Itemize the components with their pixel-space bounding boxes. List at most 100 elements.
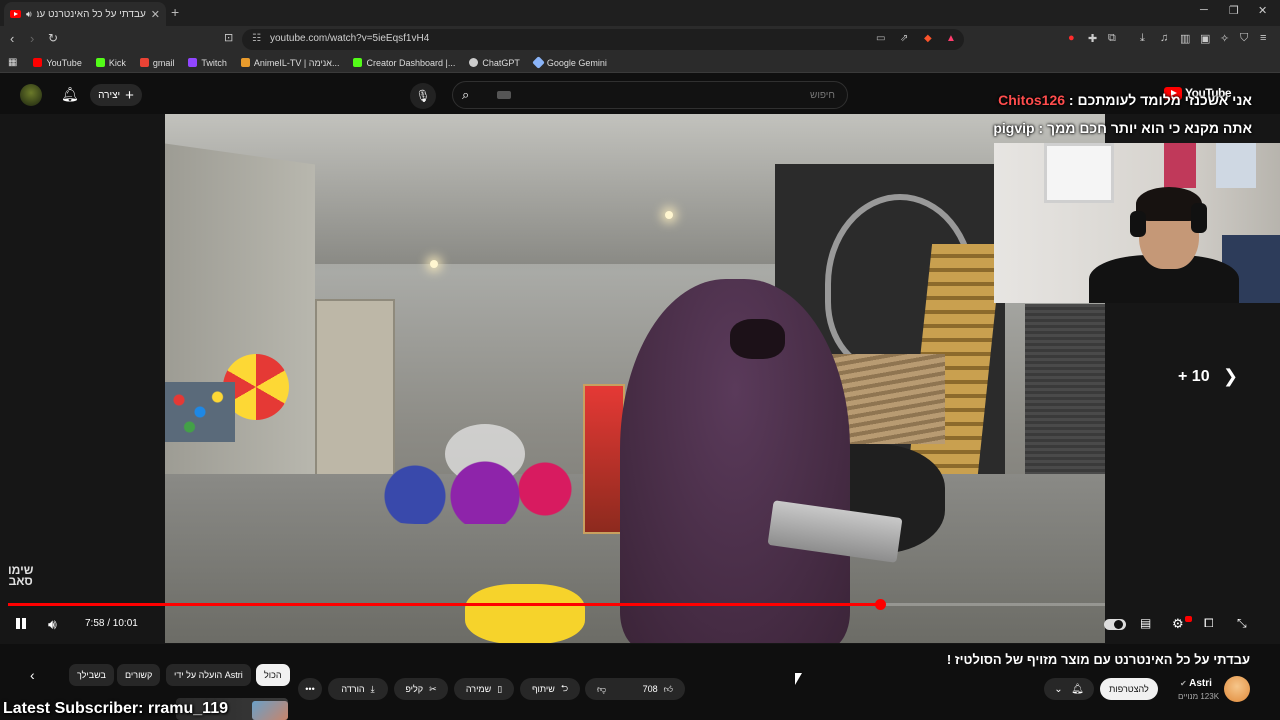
download-icon[interactable]: ⤓ xyxy=(1140,32,1145,45)
scene-door xyxy=(315,299,395,489)
chip-uploaded-by[interactable]: הועלה על ידי Astri xyxy=(166,664,251,686)
minimize-icon[interactable]: ─ xyxy=(1200,4,1208,16)
scene-yellow-bag xyxy=(465,584,585,643)
video-frame[interactable] xyxy=(165,114,1105,643)
chip-related[interactable]: קשורים xyxy=(117,664,161,686)
more-icon: ••• xyxy=(305,684,315,694)
next-video-arrow-icon[interactable]: ❯ xyxy=(1223,366,1238,387)
new-tab-button[interactable]: + xyxy=(171,4,179,20)
dislike-button[interactable]: 👎︎ xyxy=(597,684,606,695)
like-dislike-group: 👎︎ 708 👍︎ xyxy=(585,678,685,700)
plus-icon: + xyxy=(125,86,134,104)
kick-creator-icon xyxy=(353,58,363,67)
bookmarks-bar: ▦ YouTube Kick gmail Twitch AnimeIL-TV |… xyxy=(0,53,1280,73)
bookmark-twitch[interactable]: Twitch xyxy=(188,58,227,68)
brave-shield-icon[interactable]: ◆ xyxy=(924,33,932,44)
progress-bar[interactable] xyxy=(8,599,1105,610)
subscribe-watermark: שימו סאב xyxy=(8,563,34,588)
bookmark-gmail[interactable]: gmail xyxy=(139,58,174,68)
scene-bags xyxy=(375,454,575,524)
webcam-window xyxy=(1044,143,1114,203)
webcam-headset xyxy=(1130,211,1146,237)
download-button[interactable]: הורדה ⤓ xyxy=(328,678,388,700)
browser-tab-strip: 🔊︎ עבדתי על כל האינטרנט עם מ ✕ + ─ ❐ ✕ xyxy=(0,0,1280,26)
clip-button[interactable]: קליפ ✂︎ xyxy=(394,678,448,700)
bookmark-animeil[interactable]: AnimeIL-TV | אנימה... xyxy=(240,58,339,68)
voice-search-button[interactable]: 🎙︎ xyxy=(410,83,436,109)
chat-message: אתה מקנא כי הוא יותר חכם ממך : pigvip xyxy=(993,120,1252,136)
record-extension-icon[interactable]: ● xyxy=(1068,32,1075,44)
next-video-count[interactable]: + 10 xyxy=(1178,368,1210,386)
webcam-poster xyxy=(1164,143,1196,188)
address-bar[interactable]: ☷ youtube.com/watch?v=5ieEqsf1vH4 ▭ ⇗ ◆ … xyxy=(242,29,964,50)
verified-icon: ✔︎ xyxy=(1180,679,1187,688)
captions-icon[interactable]: ▤ xyxy=(1140,616,1151,630)
subscribe-button[interactable]: להצטרפות xyxy=(1100,678,1158,700)
bookmark-gemini[interactable]: Google Gemini xyxy=(531,56,607,69)
fullscreen-icon[interactable]: ⤡ xyxy=(1237,616,1247,631)
recommendation-thumbnail-image[interactable] xyxy=(252,701,288,720)
maximize-icon[interactable]: ❐ xyxy=(1229,4,1239,17)
bookmark-youtube[interactable]: YouTube xyxy=(33,58,82,68)
extensions-icon[interactable]: ✚ xyxy=(1088,32,1097,45)
browser-toolbar: ‹ › ↻ ⊡ ☷ youtube.com/watch?v=5ieEqsf1vH… xyxy=(0,26,1280,53)
forward-icon[interactable]: › xyxy=(30,31,34,46)
notification-settings-button[interactable]: ⌄ 🔔︎ xyxy=(1044,678,1094,700)
bookmark-creator-dashboard[interactable]: Creator Dashboard |... xyxy=(353,58,455,68)
streamer-webcam xyxy=(994,143,1280,303)
apps-grid-icon[interactable]: ▦ xyxy=(8,57,17,68)
volume-icon[interactable]: 🔊︎ xyxy=(48,616,57,633)
like-button[interactable]: 708 👍︎ xyxy=(643,684,673,695)
notifications-bell-icon[interactable]: 🔔︎ xyxy=(61,86,79,103)
search-box[interactable]: ⌕ xyxy=(452,81,848,109)
pause-icon[interactable] xyxy=(14,616,28,630)
close-window-icon[interactable]: ✕ xyxy=(1258,4,1267,17)
search-input[interactable] xyxy=(513,86,835,104)
back-icon[interactable]: ‹ xyxy=(10,31,14,46)
leo-ai-icon[interactable]: ✧ xyxy=(1220,32,1229,45)
extension-icon[interactable]: ⧉ xyxy=(1108,32,1116,45)
bookmark-chatgpt[interactable]: ChatGPT xyxy=(469,58,520,68)
more-actions-button[interactable]: ••• xyxy=(298,678,322,700)
youtube-favicon-icon xyxy=(10,10,21,18)
keyboard-icon[interactable] xyxy=(497,91,511,99)
site-info-icon[interactable]: ☷ xyxy=(252,33,261,44)
miniplayer-icon[interactable]: ⧠ xyxy=(1204,616,1214,631)
account-avatar[interactable] xyxy=(20,84,42,106)
channel-avatar[interactable] xyxy=(1224,676,1250,702)
video-title: עבדתי על כל האינטרנט עם מוצר מזויף של הס… xyxy=(946,652,1250,667)
share-button[interactable]: שיתוף ⮌ xyxy=(520,678,580,700)
music-icon[interactable]: ♫ xyxy=(1160,32,1168,44)
tab-title: עבדתי על כל האינטרנט עם מ xyxy=(37,8,146,20)
chat-username: pigvip xyxy=(993,120,1035,136)
sidebar-icon[interactable]: ▥ xyxy=(1180,32,1190,45)
latest-subscriber-overlay: Latest Subscriber: rramu_119 xyxy=(3,700,228,717)
chips-prev-arrow-icon[interactable]: ‹ xyxy=(30,667,35,683)
vpn-icon[interactable]: ⛉ xyxy=(1240,32,1248,45)
bookmark-kick[interactable]: Kick xyxy=(95,58,126,68)
chip-for-you[interactable]: בשבילך xyxy=(69,664,114,686)
kick-icon xyxy=(95,58,105,67)
autoplay-toggle[interactable] xyxy=(1104,619,1126,630)
search-icon[interactable]: ⌕ xyxy=(462,87,469,103)
cast-icon[interactable]: ▭ xyxy=(876,33,885,44)
scene-snack-box xyxy=(583,384,625,534)
channel-name[interactable]: ✔︎ Astri xyxy=(1180,678,1212,689)
share-page-icon[interactable]: ⇗ xyxy=(900,33,908,44)
settings-gear-icon[interactable]: ⚙︎ xyxy=(1172,616,1184,632)
create-button[interactable]: יצירה + xyxy=(90,84,142,106)
subscriber-count: 123K מנויים xyxy=(1178,692,1220,701)
menu-icon[interactable]: ≡ xyxy=(1260,32,1266,44)
reload-icon[interactable]: ↻ xyxy=(48,31,58,45)
like-count: 708 xyxy=(642,684,658,694)
chip-all[interactable]: הכול xyxy=(256,664,290,686)
close-tab-icon[interactable]: ✕ xyxy=(151,8,160,21)
browser-tab-active[interactable]: 🔊︎ עבדתי על כל האינטרנט עם מ ✕ xyxy=(4,2,166,26)
chat-message: אני אשכנזי מלומד לעומתכם : Chitos126 xyxy=(998,92,1252,108)
scene-lamp xyxy=(665,211,673,219)
speaker-icon[interactable]: 🔊︎ xyxy=(26,9,32,20)
brave-rewards-icon[interactable]: ▲ xyxy=(946,33,956,44)
wallet-icon[interactable]: ▣ xyxy=(1200,32,1210,45)
bookmark-page-icon[interactable]: ⊡ xyxy=(224,31,233,44)
save-button[interactable]: שמירה ▯ xyxy=(454,678,514,700)
